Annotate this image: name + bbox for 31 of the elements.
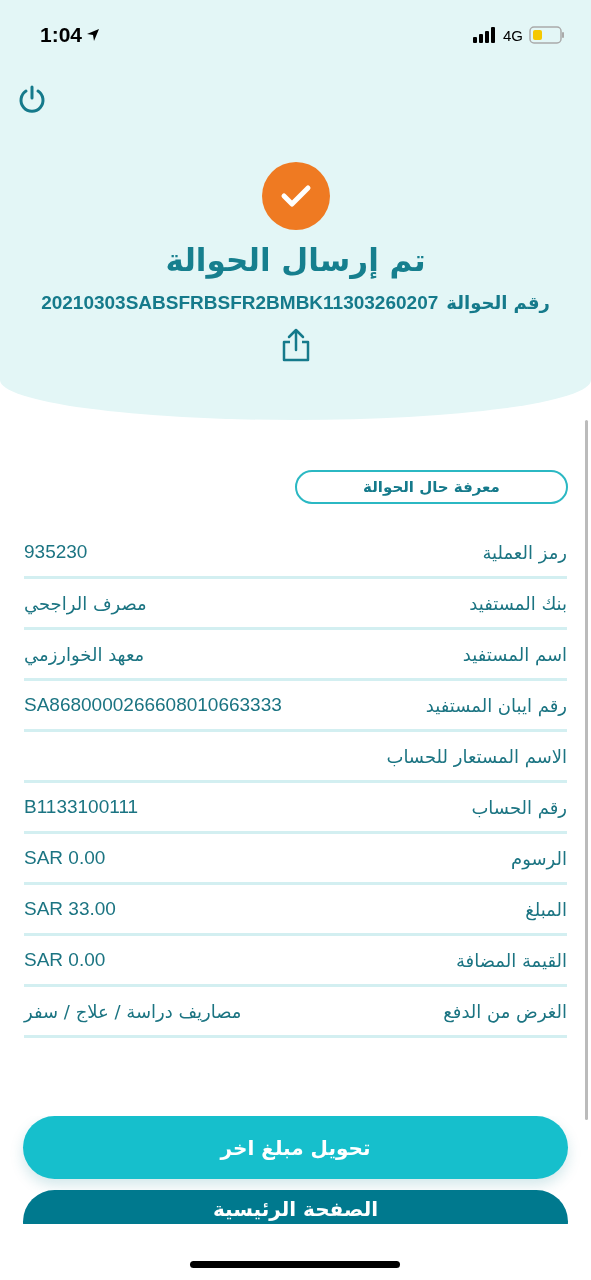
- detail-label: الاسم المستعار للحساب: [386, 745, 567, 767]
- checkmark-icon: [279, 184, 312, 208]
- detail-label: الغرض من الدفع: [443, 1000, 567, 1022]
- detail-value: SA8680000266608010663333: [24, 694, 282, 716]
- detail-label: رقم ايبان المستفيد: [425, 694, 567, 716]
- detail-label: المبلغ: [525, 898, 567, 920]
- detail-label: بنك المستفيد: [469, 592, 567, 614]
- track-transfer-button[interactable]: معرفة حال الحوالة: [295, 470, 568, 504]
- detail-value: مصاريف دراسة / علاج / سفر: [24, 1000, 242, 1022]
- home-button[interactable]: الصفحة الرئيسية: [23, 1190, 568, 1224]
- detail-value: B1133100111: [24, 796, 139, 818]
- location-arrow-icon: [86, 28, 101, 42]
- signal-icon: [473, 27, 497, 43]
- network-label: 4G: [503, 26, 523, 44]
- detail-value: معهد الخوارزمي: [24, 643, 145, 665]
- detail-label: اسم المستفيد: [462, 643, 567, 665]
- battery-icon: [529, 26, 565, 44]
- detail-label: رمز العملية: [482, 541, 567, 563]
- detail-label: الرسوم: [511, 847, 567, 869]
- power-icon[interactable]: [17, 84, 47, 114]
- detail-value: SAR 33.00: [24, 898, 116, 920]
- success-title: تم إرسال الحوالة: [165, 242, 426, 278]
- detail-label: رقم الحساب: [471, 796, 567, 818]
- reference-number: 20210303SABSFRBSFR2BMBK11303260207: [41, 292, 439, 314]
- status-time: 1:04: [40, 23, 101, 47]
- detail-label: القيمة المضافة: [455, 949, 567, 971]
- detail-value: SAR 0.00: [24, 847, 106, 869]
- detail-value: 935230: [24, 541, 88, 563]
- reference-label: رقم الحوالة: [446, 292, 550, 314]
- detail-value: مصرف الراجحي: [24, 592, 147, 614]
- detail-value: SAR 0.00: [24, 949, 106, 971]
